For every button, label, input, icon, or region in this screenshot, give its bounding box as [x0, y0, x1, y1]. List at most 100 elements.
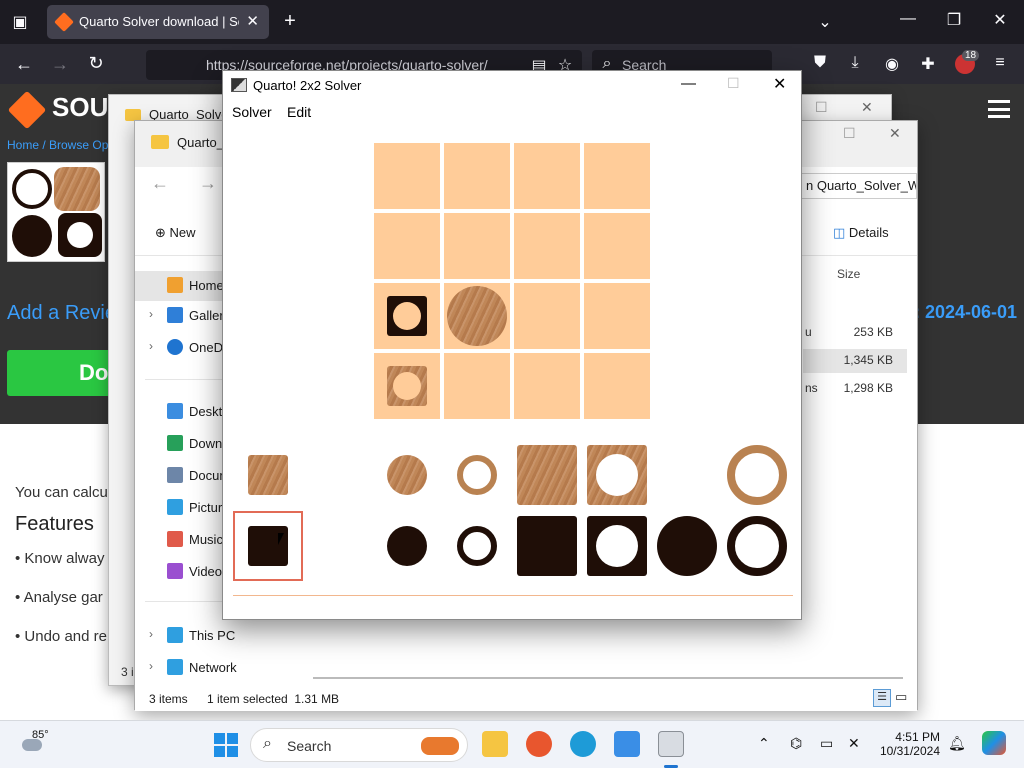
- taskbar-search[interactable]: ⌕ Search: [250, 728, 468, 762]
- light-circle-hollow-tall-piece[interactable]: [727, 445, 787, 505]
- path-bar[interactable]: n Quarto_Solver_Wi: [801, 173, 917, 199]
- horizontal-scrollbar[interactable]: [313, 677, 903, 679]
- edge-app-icon[interactable]: [570, 731, 596, 757]
- close-window-icon[interactable]: ✕: [990, 10, 1010, 30]
- board-cell[interactable]: [444, 353, 510, 419]
- board-cell[interactable]: [444, 143, 510, 209]
- light-circle-hollow-small-piece[interactable]: [457, 455, 497, 495]
- pocket-icon[interactable]: ⛊: [810, 54, 830, 72]
- light-square-solid-small-piece[interactable]: [248, 455, 288, 495]
- maximize-icon[interactable]: ☐: [843, 125, 856, 142]
- quarto-app-icon[interactable]: [658, 731, 684, 757]
- minimize-icon[interactable]: —: [681, 75, 696, 92]
- menu-edit[interactable]: Edit: [287, 104, 311, 120]
- size-column-header[interactable]: Size: [837, 267, 860, 281]
- chevron-right-icon[interactable]: ›: [149, 627, 153, 641]
- maximize-icon[interactable]: ☐: [727, 75, 740, 92]
- windows-start-icon[interactable]: [214, 733, 238, 757]
- board-cell[interactable]: [514, 353, 580, 419]
- dark-square-hollow-tall-piece[interactable]: [587, 516, 647, 576]
- board-cell[interactable]: [584, 213, 650, 279]
- close-icon[interactable]: ✕: [861, 99, 873, 116]
- breadcrumb[interactable]: Home / Browse Op: [7, 138, 108, 152]
- light-square-solid-tall-piece[interactable]: [517, 445, 577, 505]
- menu-icon[interactable]: ≡: [990, 54, 1010, 72]
- chevron-right-icon[interactable]: ›: [149, 339, 153, 353]
- reload-icon[interactable]: ↻: [86, 53, 106, 74]
- chevron-right-icon[interactable]: ›: [149, 307, 153, 321]
- forward-arrow-icon[interactable]: →: [50, 54, 70, 75]
- dark-circle-solid-tall-piece[interactable]: [657, 516, 717, 576]
- dark-circle-hollow-tall-piece[interactable]: [727, 516, 787, 576]
- light-circle-solid-tall-piece[interactable]: [447, 286, 507, 346]
- dark-square-solid-tall-piece[interactable]: [517, 516, 577, 576]
- close-icon[interactable]: ✕: [773, 74, 786, 94]
- download-button[interactable]: Do: [7, 350, 117, 396]
- minimize-window-icon[interactable]: —: [898, 10, 918, 28]
- close-tab-icon[interactable]: ✕: [246, 12, 259, 30]
- browser-tab[interactable]: Quarto Solver download | Sourc ✕: [47, 5, 269, 39]
- file-row[interactable]: ns 1,298 KB: [803, 377, 907, 401]
- new-button[interactable]: ⊕ New: [155, 225, 196, 241]
- dark-circle-hollow-small-piece[interactable]: [457, 526, 497, 566]
- board-cell[interactable]: [584, 283, 650, 349]
- nav-item-this-pc[interactable]: › This PC: [135, 621, 285, 651]
- store-app-icon[interactable]: [614, 731, 640, 757]
- piece-hole: [393, 302, 421, 330]
- close-icon[interactable]: ✕: [889, 125, 901, 142]
- board-cell[interactable]: [584, 353, 650, 419]
- chevron-up-icon[interactable]: ⌃: [758, 735, 770, 752]
- dark-square-hollow-small-piece[interactable]: [387, 296, 427, 336]
- chevron-right-icon[interactable]: ›: [149, 659, 153, 673]
- clock[interactable]: 4:51 PM 10/31/2024: [878, 730, 940, 758]
- home-icon: [167, 277, 183, 293]
- add-review-link[interactable]: Add a Revie: [7, 302, 116, 325]
- back-arrow-icon[interactable]: ←: [14, 54, 34, 75]
- search-icon: ⌕: [263, 735, 272, 752]
- hamburger-menu-icon[interactable]: [988, 100, 1010, 118]
- pumpkin-highlight-icon: [421, 737, 459, 755]
- board-cell[interactable]: [444, 213, 510, 279]
- details-button[interactable]: ◫ Details: [833, 225, 889, 241]
- menu-solver[interactable]: Solver: [232, 104, 272, 120]
- back-arrow-icon[interactable]: ←: [151, 173, 169, 194]
- display-icon[interactable]: ▭: [820, 735, 833, 752]
- tiles-view-icon[interactable]: ▭: [895, 689, 907, 705]
- dark-circle-solid-small-piece[interactable]: [387, 526, 427, 566]
- project-image: [7, 162, 105, 262]
- network-status-icon[interactable]: ⌬: [790, 735, 802, 752]
- board-cell[interactable]: [374, 213, 440, 279]
- file-explorer-app-icon[interactable]: [482, 731, 508, 757]
- weather-temp[interactable]: 85°: [32, 729, 49, 741]
- board-cell[interactable]: [584, 143, 650, 209]
- light-square-hollow-small-piece[interactable]: [387, 366, 427, 406]
- copilot-icon[interactable]: [982, 731, 1006, 755]
- light-square-hollow-tall-piece[interactable]: [587, 445, 647, 505]
- restore-window-icon[interactable]: ❐: [944, 10, 964, 30]
- light-circle-solid-small-piece[interactable]: [387, 455, 427, 495]
- nav-label: Pictur: [189, 500, 223, 515]
- explorer-back-status: 3 i: [121, 665, 134, 679]
- plus-circle-icon: ⊕: [155, 225, 166, 240]
- notification-bell-icon[interactable]: 🔔︎: [948, 735, 966, 752]
- details-view-icon[interactable]: ☰: [873, 689, 891, 707]
- chevron-down-icon[interactable]: ⌄: [815, 12, 835, 32]
- nav-item-network[interactable]: › Network: [135, 653, 285, 683]
- downloads-icon[interactable]: ⤓: [845, 54, 865, 72]
- board-cell[interactable]: [374, 143, 440, 209]
- file-row-selected[interactable]: 1,345 KB: [803, 349, 907, 373]
- extensions-icon[interactable]: ✚: [918, 54, 938, 74]
- explorer-title: Quarto_: [177, 135, 224, 150]
- firefox-app-icon[interactable]: [526, 731, 552, 757]
- maximize-icon[interactable]: ☐: [815, 99, 828, 116]
- board-cell[interactable]: [514, 213, 580, 279]
- new-tab-icon[interactable]: +: [280, 10, 300, 33]
- account-icon[interactable]: ◉: [882, 54, 902, 74]
- forward-arrow-icon[interactable]: →: [199, 173, 217, 194]
- board-cell[interactable]: [514, 143, 580, 209]
- tab-list-icon[interactable]: ▣: [10, 12, 30, 32]
- board-cell[interactable]: [514, 283, 580, 349]
- volume-muted-icon[interactable]: ✕: [848, 735, 860, 752]
- file-row[interactable]: u 253 KB: [803, 321, 907, 345]
- feature-bullet: • Know alway: [15, 550, 105, 567]
